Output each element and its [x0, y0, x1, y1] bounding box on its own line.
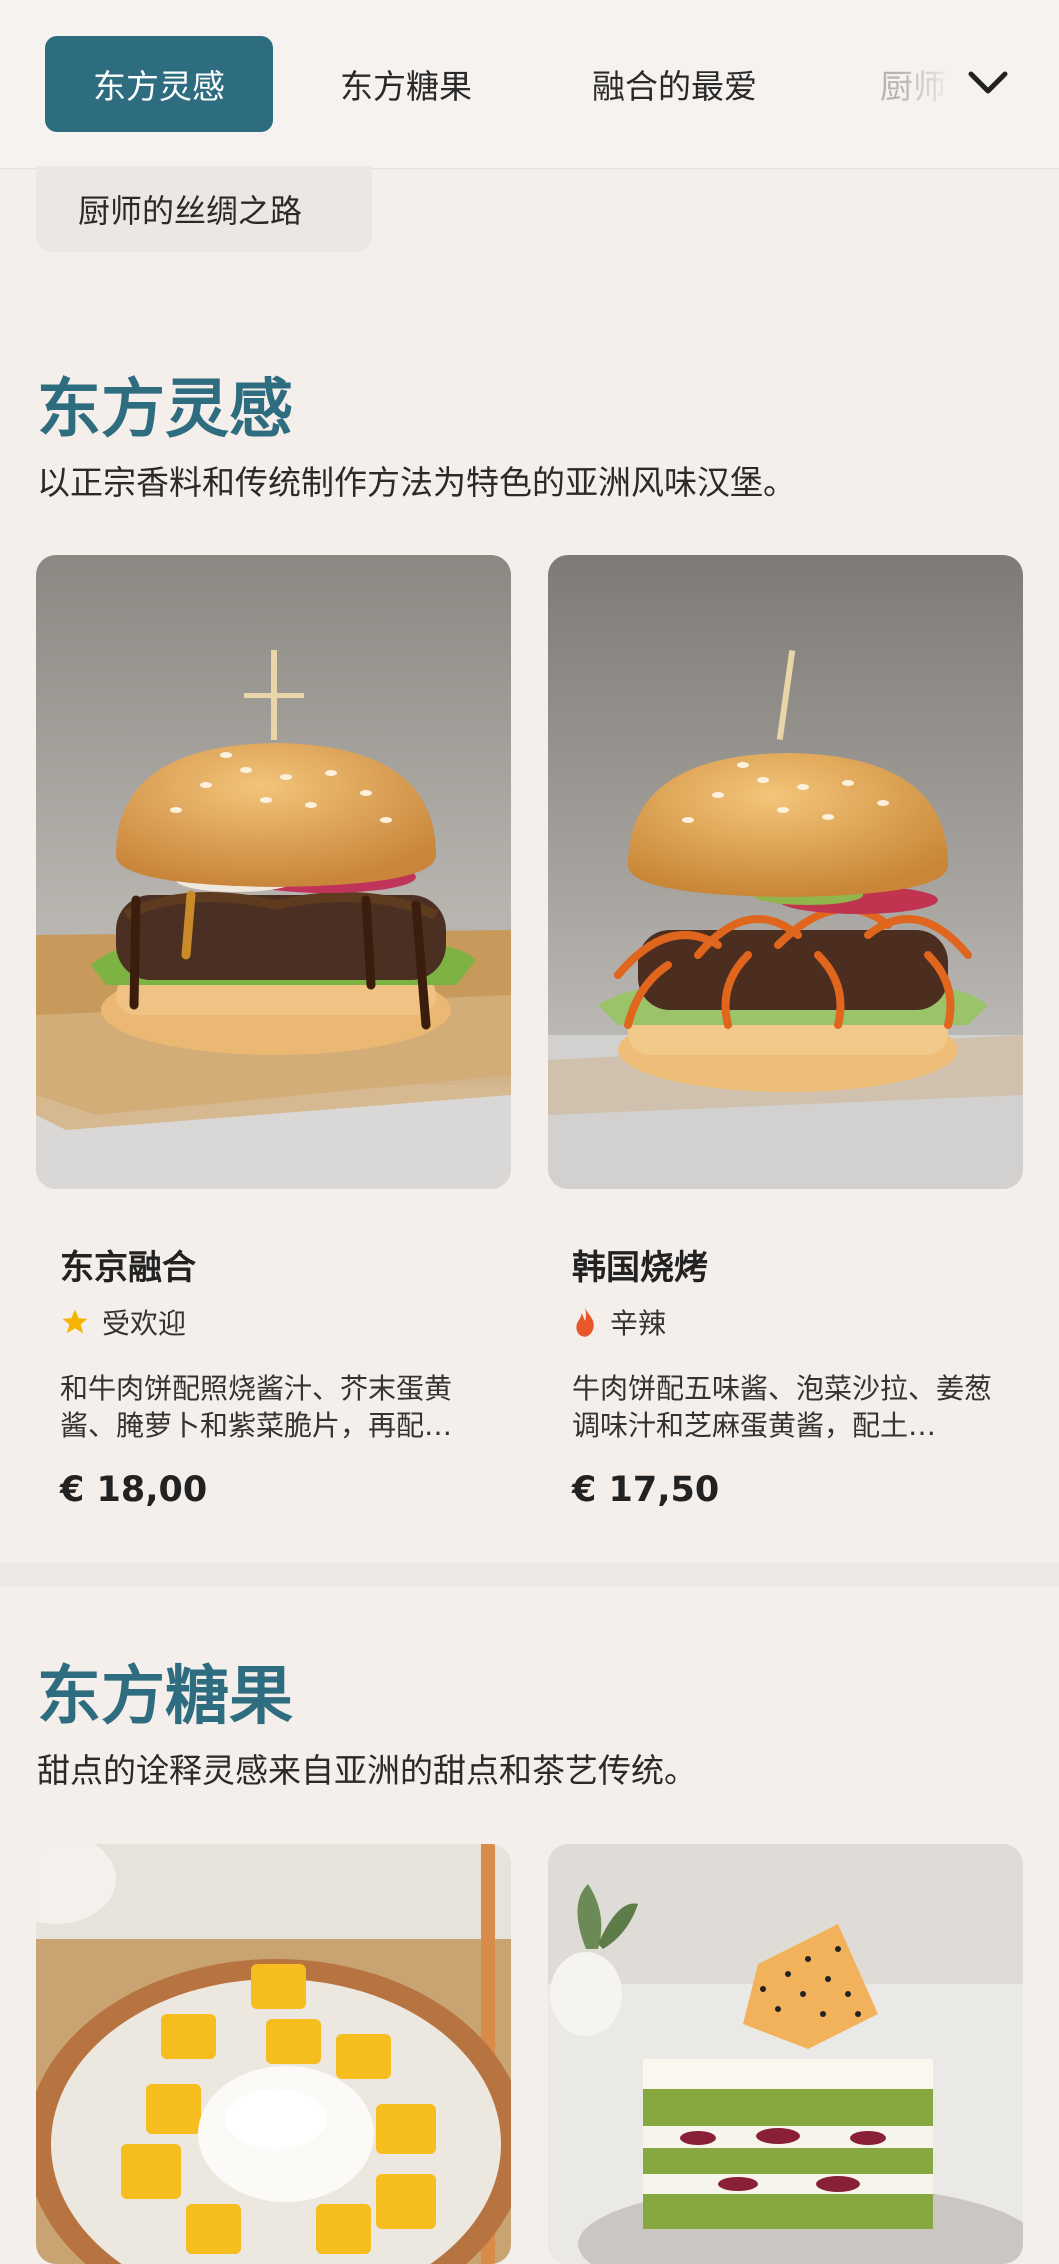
spicy-badge: 辛辣 — [572, 1302, 666, 1342]
section-title: 东方糖果 — [37, 1660, 293, 1734]
item-description: 和牛肉饼配照烧酱汁、芥末蛋黄酱、腌萝卜和紫菜脆片，再配… — [60, 1372, 453, 1442]
item-price: € 17,50 — [572, 1470, 720, 1510]
chevron-down-icon[interactable] — [963, 58, 1013, 108]
badge-label: 辛辣 — [610, 1307, 667, 1340]
tab-oriental-sweets[interactable]: 东方糖果 — [340, 36, 472, 132]
section-title: 东方灵感 — [37, 373, 293, 447]
star-icon — [62, 1309, 88, 1334]
tab-chef-silk-road[interactable]: 厨师的丝绸之路 — [36, 166, 372, 252]
tokyo-fusion-burger-image[interactable] — [36, 555, 511, 1189]
popular-badge: 受欢迎 — [60, 1302, 186, 1342]
item-name: 韩国烧烤 — [572, 1248, 708, 1288]
category-tab-bar: 东方灵感 东方糖果 融合的最爱 厨师 — [0, 0, 1059, 169]
section-divider — [0, 1563, 1059, 1587]
item-price: € 18,00 — [60, 1470, 208, 1510]
badge-label: 受欢迎 — [102, 1307, 187, 1340]
mango-rice-dessert-image[interactable] — [36, 1844, 511, 2264]
section-description: 以正宗香料和传统制作方法为特色的亚洲风味汉堡。 — [37, 463, 796, 502]
item-description: 牛肉饼配五味酱、泡菜沙拉、姜葱调味汁和芝麻蛋黄酱，配土… — [572, 1372, 993, 1442]
matcha-cake-image[interactable] — [548, 1844, 1023, 2264]
tab-oriental-inspiration[interactable]: 东方灵感 — [45, 36, 273, 132]
item-name: 东京融合 — [60, 1248, 196, 1288]
tab-fusion-favorites[interactable]: 融合的最爱 — [592, 36, 757, 132]
fire-icon — [576, 1307, 594, 1337]
section-description: 甜点的诠释灵感来自亚洲的甜点和茶艺传统。 — [37, 1751, 697, 1790]
korean-bbq-burger-image[interactable] — [548, 555, 1023, 1189]
